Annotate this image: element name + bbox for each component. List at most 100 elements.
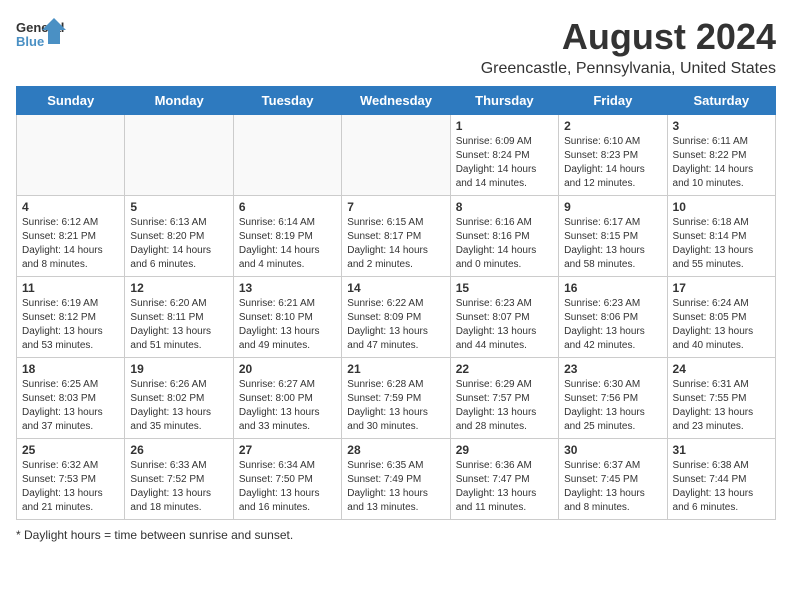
col-monday: Monday xyxy=(125,87,233,115)
month-year-title: August 2024 xyxy=(481,16,776,58)
day-info: Sunrise: 6:18 AM Sunset: 8:14 PM Dayligh… xyxy=(673,216,770,272)
day-number: 6 xyxy=(239,200,336,214)
day-number: 17 xyxy=(673,281,770,295)
table-row xyxy=(125,115,233,196)
day-number: 2 xyxy=(564,119,661,133)
day-info: Sunrise: 6:31 AM Sunset: 7:55 PM Dayligh… xyxy=(673,378,770,434)
day-info: Sunrise: 6:28 AM Sunset: 7:59 PM Dayligh… xyxy=(347,378,444,434)
day-info: Sunrise: 6:11 AM Sunset: 8:22 PM Dayligh… xyxy=(673,135,770,191)
day-number: 14 xyxy=(347,281,444,295)
day-number: 12 xyxy=(130,281,227,295)
table-row: 12 Sunrise: 6:20 AM Sunset: 8:11 PM Dayli… xyxy=(125,277,233,358)
day-number: 28 xyxy=(347,443,444,457)
day-number: 11 xyxy=(22,281,119,295)
day-info: Sunrise: 6:38 AM Sunset: 7:44 PM Dayligh… xyxy=(673,459,770,515)
day-info: Sunrise: 6:37 AM Sunset: 7:45 PM Dayligh… xyxy=(564,459,661,515)
day-number: 30 xyxy=(564,443,661,457)
day-info: Sunrise: 6:09 AM Sunset: 8:24 PM Dayligh… xyxy=(456,135,553,191)
table-row: 5 Sunrise: 6:13 AM Sunset: 8:20 PM Daylig… xyxy=(125,196,233,277)
calendar-week-row: 1 Sunrise: 6:09 AM Sunset: 8:24 PM Daylig… xyxy=(17,115,776,196)
calendar-week-row: 4 Sunrise: 6:12 AM Sunset: 8:21 PM Daylig… xyxy=(17,196,776,277)
day-number: 31 xyxy=(673,443,770,457)
calendar-week-row: 25 Sunrise: 6:32 AM Sunset: 7:53 PM Dayli… xyxy=(17,439,776,520)
day-info: Sunrise: 6:12 AM Sunset: 8:21 PM Dayligh… xyxy=(22,216,119,272)
day-number: 18 xyxy=(22,362,119,376)
day-number: 16 xyxy=(564,281,661,295)
day-number: 3 xyxy=(673,119,770,133)
table-row: 6 Sunrise: 6:14 AM Sunset: 8:19 PM Daylig… xyxy=(233,196,341,277)
table-row: 24 Sunrise: 6:31 AM Sunset: 7:55 PM Dayli… xyxy=(667,358,775,439)
day-number: 20 xyxy=(239,362,336,376)
table-row: 25 Sunrise: 6:32 AM Sunset: 7:53 PM Dayli… xyxy=(17,439,125,520)
day-number: 15 xyxy=(456,281,553,295)
day-number: 25 xyxy=(22,443,119,457)
day-info: Sunrise: 6:23 AM Sunset: 8:07 PM Dayligh… xyxy=(456,297,553,353)
table-row: 26 Sunrise: 6:33 AM Sunset: 7:52 PM Dayli… xyxy=(125,439,233,520)
day-info: Sunrise: 6:27 AM Sunset: 8:00 PM Dayligh… xyxy=(239,378,336,434)
day-number: 13 xyxy=(239,281,336,295)
day-number: 24 xyxy=(673,362,770,376)
table-row: 2Sunrise: 6:10 AM Sunset: 8:23 PM Daylig… xyxy=(559,115,667,196)
day-number: 21 xyxy=(347,362,444,376)
day-info: Sunrise: 6:30 AM Sunset: 7:56 PM Dayligh… xyxy=(564,378,661,434)
col-friday: Friday xyxy=(559,87,667,115)
logo-graphic: General Blue xyxy=(16,16,66,61)
day-info: Sunrise: 6:25 AM Sunset: 8:03 PM Dayligh… xyxy=(22,378,119,434)
col-wednesday: Wednesday xyxy=(342,87,450,115)
table-row: 10 Sunrise: 6:18 AM Sunset: 8:14 PM Dayli… xyxy=(667,196,775,277)
day-info: Sunrise: 6:22 AM Sunset: 8:09 PM Dayligh… xyxy=(347,297,444,353)
day-number: 7 xyxy=(347,200,444,214)
calendar-header-row: Sunday Monday Tuesday Wednesday Thursday… xyxy=(17,87,776,115)
table-row: 20 Sunrise: 6:27 AM Sunset: 8:00 PM Dayli… xyxy=(233,358,341,439)
day-info: Sunrise: 6:17 AM Sunset: 8:15 PM Dayligh… xyxy=(564,216,661,272)
day-info: Sunrise: 6:33 AM Sunset: 7:52 PM Dayligh… xyxy=(130,459,227,515)
table-row: 9 Sunrise: 6:17 AM Sunset: 8:15 PM Daylig… xyxy=(559,196,667,277)
day-number: 9 xyxy=(564,200,661,214)
day-info: Sunrise: 6:26 AM Sunset: 8:02 PM Dayligh… xyxy=(130,378,227,434)
day-info: Sunrise: 6:15 AM Sunset: 8:17 PM Dayligh… xyxy=(347,216,444,272)
day-number: 29 xyxy=(456,443,553,457)
day-number: 1 xyxy=(456,119,553,133)
day-number: 5 xyxy=(130,200,227,214)
day-number: 10 xyxy=(673,200,770,214)
table-row: 28 Sunrise: 6:35 AM Sunset: 7:49 PM Dayli… xyxy=(342,439,450,520)
day-info: Sunrise: 6:32 AM Sunset: 7:53 PM Dayligh… xyxy=(22,459,119,515)
day-info: Sunrise: 6:35 AM Sunset: 7:49 PM Dayligh… xyxy=(347,459,444,515)
table-row: 27Sunrise: 6:34 AM Sunset: 7:50 PM Dayli… xyxy=(233,439,341,520)
svg-text:Blue: Blue xyxy=(16,34,44,49)
table-row: 8 Sunrise: 6:16 AM Sunset: 8:16 PM Daylig… xyxy=(450,196,558,277)
day-info: Sunrise: 6:23 AM Sunset: 8:06 PM Dayligh… xyxy=(564,297,661,353)
table-row: 1 Sunrise: 6:09 AM Sunset: 8:24 PM Daylig… xyxy=(450,115,558,196)
day-info: Sunrise: 6:14 AM Sunset: 8:19 PM Dayligh… xyxy=(239,216,336,272)
col-tuesday: Tuesday xyxy=(233,87,341,115)
table-row: 30 Sunrise: 6:37 AM Sunset: 7:45 PM Dayli… xyxy=(559,439,667,520)
table-row: 15 Sunrise: 6:23 AM Sunset: 8:07 PM Dayli… xyxy=(450,277,558,358)
logo: General Blue xyxy=(16,16,66,61)
day-info: Sunrise: 6:13 AM Sunset: 8:20 PM Dayligh… xyxy=(130,216,227,272)
table-row: 14 Sunrise: 6:22 AM Sunset: 8:09 PM Dayli… xyxy=(342,277,450,358)
table-row xyxy=(17,115,125,196)
table-row: 17Sunrise: 6:24 AM Sunset: 8:05 PM Dayli… xyxy=(667,277,775,358)
table-row: 31 Sunrise: 6:38 AM Sunset: 7:44 PM Dayli… xyxy=(667,439,775,520)
day-number: 4 xyxy=(22,200,119,214)
table-row: 29 Sunrise: 6:36 AM Sunset: 7:47 PM Dayli… xyxy=(450,439,558,520)
day-number: 19 xyxy=(130,362,227,376)
table-row: 23Sunrise: 6:30 AM Sunset: 7:56 PM Dayli… xyxy=(559,358,667,439)
table-row: 21 Sunrise: 6:28 AM Sunset: 7:59 PM Dayli… xyxy=(342,358,450,439)
day-info: Sunrise: 6:16 AM Sunset: 8:16 PM Dayligh… xyxy=(456,216,553,272)
table-row xyxy=(233,115,341,196)
table-row: 11 Sunrise: 6:19 AM Sunset: 8:12 PM Dayli… xyxy=(17,277,125,358)
table-row: 4 Sunrise: 6:12 AM Sunset: 8:21 PM Daylig… xyxy=(17,196,125,277)
day-number: 26 xyxy=(130,443,227,457)
day-number: 8 xyxy=(456,200,553,214)
day-info: Sunrise: 6:20 AM Sunset: 8:11 PM Dayligh… xyxy=(130,297,227,353)
title-area: August 2024 Greencastle, Pennsylvania, U… xyxy=(481,16,776,78)
table-row: 18 Sunrise: 6:25 AM Sunset: 8:03 PM Dayli… xyxy=(17,358,125,439)
day-info: Sunrise: 6:36 AM Sunset: 7:47 PM Dayligh… xyxy=(456,459,553,515)
day-info: Sunrise: 6:19 AM Sunset: 8:12 PM Dayligh… xyxy=(22,297,119,353)
footer-note-text: Daylight hours xyxy=(24,528,101,542)
day-info: Sunrise: 6:34 AM Sunset: 7:50 PM Dayligh… xyxy=(239,459,336,515)
header: General Blue August 2024 Greencastle, Pe… xyxy=(16,16,776,78)
table-row xyxy=(342,115,450,196)
col-sunday: Sunday xyxy=(17,87,125,115)
